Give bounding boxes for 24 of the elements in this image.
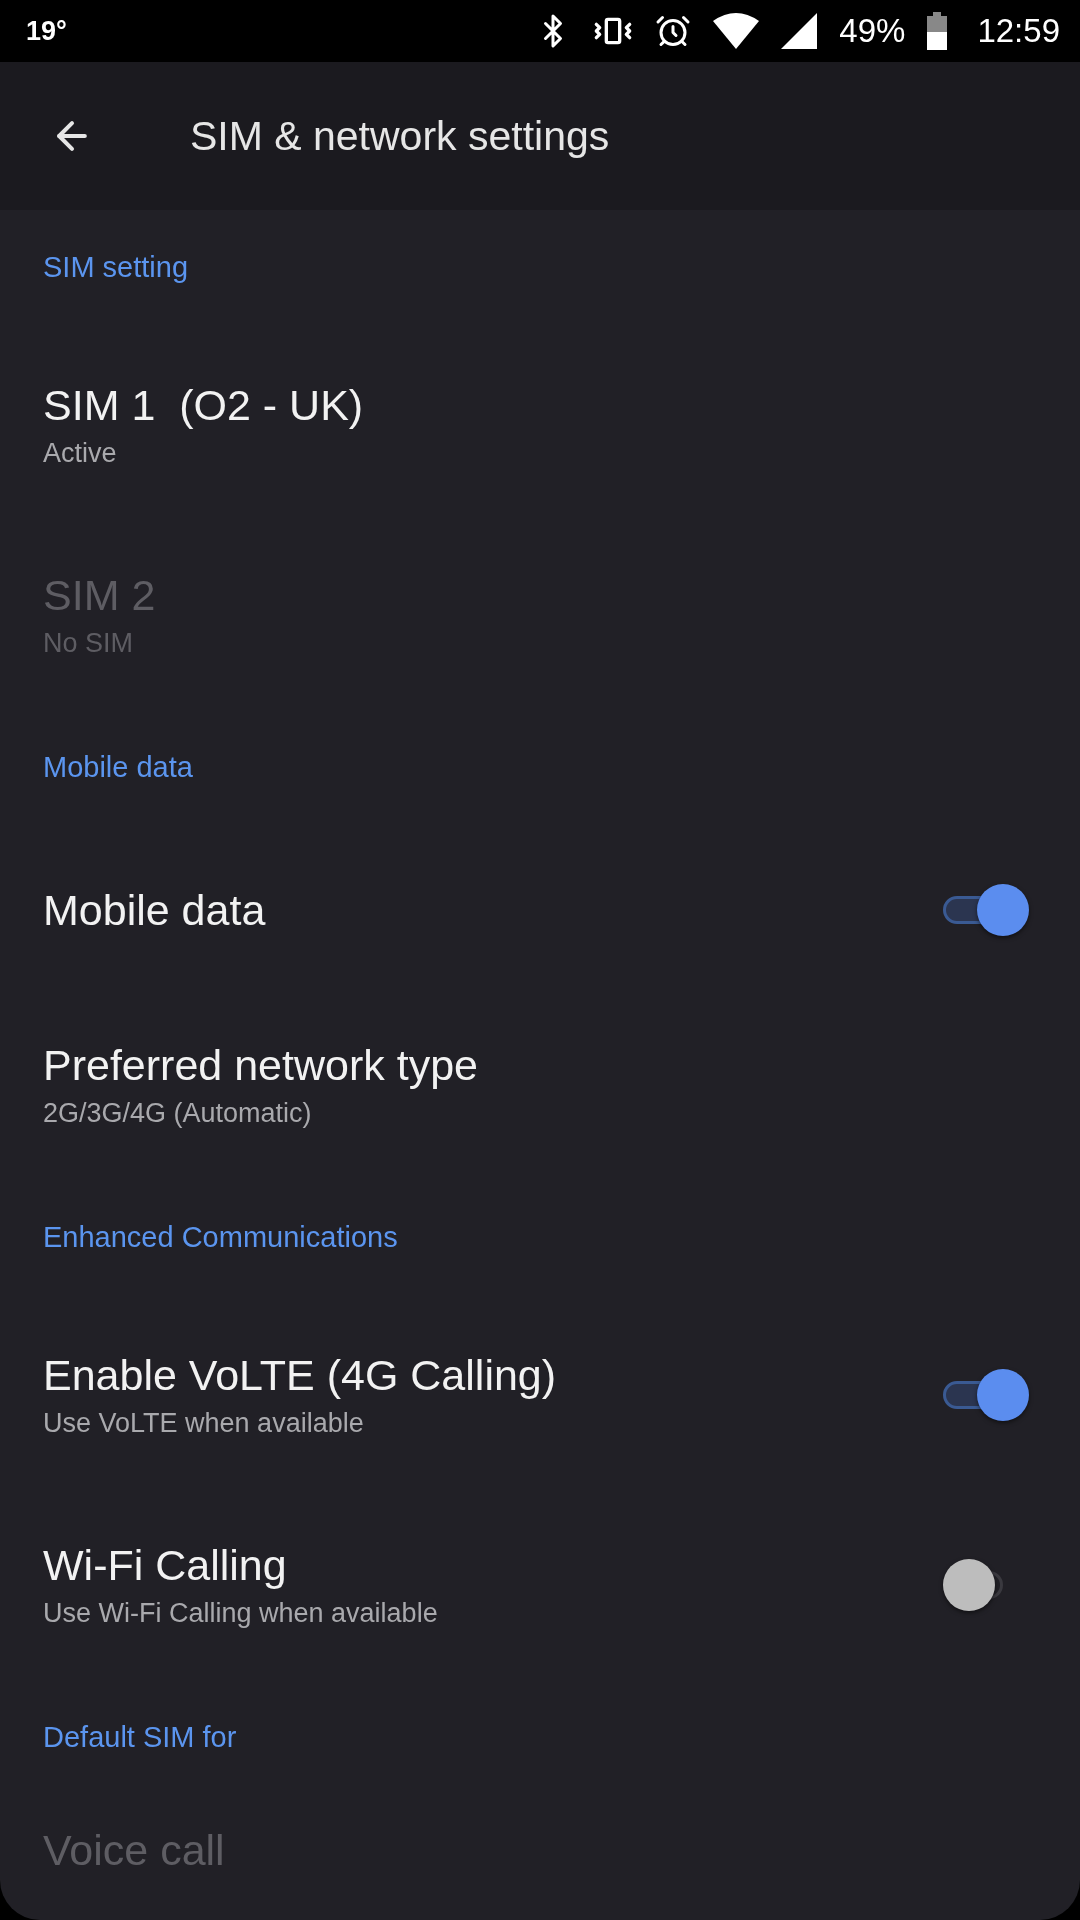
setting-title[interactable]: Mobile data bbox=[43, 885, 266, 935]
setting-title[interactable]: Wi-Fi Calling bbox=[43, 1541, 438, 1590]
setting-summary: Use VoLTE when available bbox=[43, 1408, 365, 1439]
section-header: SIM setting bbox=[43, 250, 189, 284]
signal-icon bbox=[781, 13, 818, 49]
setting-summary: Use Wi-Fi Calling when available bbox=[43, 1598, 438, 1629]
setting-title[interactable]: Enable VoLTE (4G Calling) bbox=[43, 1351, 557, 1400]
setting-summary: No SIM bbox=[43, 628, 135, 659]
setting-title[interactable]: SIM 1 (O2 - UK) bbox=[43, 381, 364, 430]
setting-summary: 2G/3G/4G (Automatic) bbox=[43, 1098, 313, 1129]
battery-icon bbox=[927, 12, 948, 50]
alarm-icon bbox=[655, 13, 692, 49]
section-header: Mobile data bbox=[43, 750, 193, 784]
page-title: SIM & network settings bbox=[190, 112, 610, 160]
battery-percent: 49% bbox=[839, 12, 906, 50]
section-header: Default SIM for bbox=[43, 1720, 237, 1754]
setting-title[interactable]: Preferred network type bbox=[43, 1041, 478, 1090]
setting-summary: Active bbox=[43, 438, 118, 469]
clock-text: 12:59 bbox=[977, 12, 1060, 50]
toggle-switch[interactable] bbox=[943, 884, 1029, 936]
temperature-text: 19° bbox=[26, 15, 67, 47]
wifi-icon bbox=[713, 13, 760, 49]
toggle-switch[interactable] bbox=[943, 1369, 1029, 1421]
section-header: Enhanced Communications bbox=[43, 1220, 398, 1254]
